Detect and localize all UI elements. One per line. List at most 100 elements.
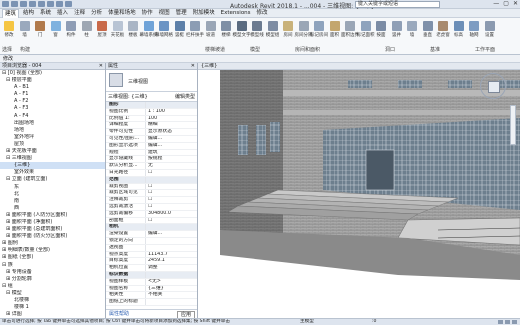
search-input[interactable]: 键入关键字或短语 bbox=[355, 1, 440, 8]
property-value[interactable]: 1 : 100 bbox=[146, 109, 197, 115]
tree-item[interactable]: ⊞ 明细表/数量 (全部) bbox=[0, 247, 105, 254]
property-value[interactable]: 100 bbox=[146, 116, 197, 122]
property-group[interactable]: 范围 bbox=[106, 176, 197, 184]
tab-8[interactable]: 视图 bbox=[157, 9, 172, 18]
tree-item[interactable]: A - F2 bbox=[0, 98, 105, 105]
property-value[interactable]: ☐ bbox=[146, 218, 197, 224]
property-value[interactable]: 调整 bbox=[146, 265, 197, 271]
ribbon-button-30[interactable]: 轴网 bbox=[467, 20, 481, 42]
property-row[interactable]: 视图比例 1 : 100 bbox=[106, 108, 197, 116]
type-selector[interactable]: 三维视图 bbox=[106, 70, 197, 92]
redo-icon[interactable] bbox=[29, 1, 36, 7]
property-row[interactable]: 剖面框 ☐ bbox=[106, 217, 197, 225]
edit-type-button[interactable]: 编辑类型 bbox=[175, 92, 195, 102]
property-value[interactable]: 304800.0 bbox=[146, 211, 197, 217]
ribbon-button-5[interactable]: 柱 bbox=[80, 20, 94, 42]
tab-4[interactable]: 注释 bbox=[72, 9, 87, 18]
ribbon-button-17[interactable]: 模型组 bbox=[266, 20, 280, 42]
property-value[interactable]: ☐ bbox=[146, 184, 197, 190]
property-value[interactable] bbox=[146, 299, 197, 305]
tab-5[interactable]: 分析 bbox=[89, 9, 104, 18]
property-row[interactable]: 透视图 bbox=[106, 244, 197, 252]
tree-item[interactable]: ⊞ 面积平面 (人防分区面积) bbox=[0, 212, 105, 219]
3d-view-icon[interactable] bbox=[65, 1, 72, 7]
property-value[interactable]: 显示原状态 bbox=[146, 129, 197, 135]
property-row[interactable]: 视图名称 {三维} bbox=[106, 285, 197, 293]
tree-item[interactable]: A - F1 bbox=[0, 91, 105, 98]
ribbon-button-20[interactable]: 标记房间 bbox=[310, 20, 328, 42]
ribbon-panel-label[interactable]: 选择 bbox=[2, 46, 12, 53]
tree-item[interactable]: ⊞ 图例 bbox=[0, 240, 105, 247]
tree-item[interactable]: 出图场地 bbox=[0, 120, 105, 127]
property-value[interactable] bbox=[146, 177, 197, 183]
property-value[interactable]: 无 bbox=[146, 163, 197, 169]
select-pinned-icon[interactable] bbox=[512, 320, 517, 324]
property-value[interactable] bbox=[146, 238, 197, 244]
open-icon[interactable] bbox=[2, 1, 9, 7]
property-value[interactable]: 11143.7 bbox=[146, 252, 197, 258]
ribbon-button-27[interactable]: 垂直 bbox=[421, 20, 435, 42]
property-row[interactable]: 视点高度 11143.7 bbox=[106, 251, 197, 259]
property-value[interactable]: 精细 bbox=[146, 122, 197, 128]
tree-item[interactable]: ⊟ [0] 视图 (全部) bbox=[0, 70, 105, 77]
ribbon-panel-label[interactable]: 房间和面积 bbox=[295, 46, 320, 53]
property-group[interactable]: 标识数据 bbox=[106, 271, 197, 279]
tree-item[interactable]: 楼梯 1 bbox=[0, 304, 105, 311]
building-3d-view[interactable] bbox=[198, 70, 520, 318]
property-row[interactable]: 视图样板 <无> bbox=[106, 278, 197, 286]
ribbon-button-29[interactable]: 标高 bbox=[452, 20, 466, 42]
tab-2[interactable]: 系统 bbox=[38, 9, 53, 18]
tree-item[interactable]: ⊞ 面积平面 (总建筑面积) bbox=[0, 226, 105, 233]
instance-dropdown[interactable]: 三维视图: {三维} 编辑类型 bbox=[106, 92, 197, 102]
ribbon-panel-label[interactable]: 楼梯坡道 bbox=[205, 46, 225, 53]
property-row[interactable]: 日光路径 ☐ bbox=[106, 169, 197, 177]
close-button[interactable]: ✕ bbox=[513, 0, 518, 7]
minimize-button[interactable]: — bbox=[493, 0, 499, 7]
ribbon-button-23[interactable]: 标记面积 bbox=[357, 20, 375, 42]
ribbon-button-31[interactable]: 设置 bbox=[483, 20, 497, 42]
property-row[interactable]: 图纸上的标题 bbox=[106, 299, 197, 306]
tree-item[interactable]: ⊞ 分割轮廓 bbox=[0, 276, 105, 283]
ribbon-panel-label[interactable]: 基准 bbox=[430, 46, 440, 53]
tab-6[interactable]: 体量和场地 bbox=[106, 9, 138, 18]
property-row[interactable]: 相机位置 调整 bbox=[106, 265, 197, 272]
text-icon[interactable] bbox=[56, 1, 63, 7]
tree-item[interactable]: 场地 bbox=[0, 127, 105, 134]
ribbon-button-25[interactable]: 竖井 bbox=[390, 20, 404, 42]
property-row[interactable]: 相关性 不相关 bbox=[106, 292, 197, 300]
property-value[interactable]: <无> bbox=[146, 279, 197, 285]
ribbon-button-1[interactable]: 墙 bbox=[18, 20, 32, 42]
tree-item[interactable]: 屋顶 bbox=[0, 141, 105, 148]
ribbon-button-24[interactable]: 按面 bbox=[374, 20, 388, 42]
ribbon-button-18[interactable]: 房间 bbox=[281, 20, 295, 42]
property-group[interactable]: 图形 bbox=[106, 102, 197, 109]
save-icon[interactable] bbox=[11, 1, 18, 7]
property-row[interactable]: 比例值 1: 100 bbox=[106, 115, 197, 123]
tree-item[interactable]: ⊟ 组 bbox=[0, 283, 105, 290]
ribbon-button-6[interactable]: 屋顶 bbox=[95, 20, 109, 42]
ribbon-button-16[interactable]: 模型线 bbox=[250, 20, 264, 42]
ribbon-button-12[interactable]: 栏杆扶手 bbox=[186, 20, 204, 42]
tree-item[interactable]: 西 bbox=[0, 205, 105, 212]
ribbon-button-0[interactable]: 修改 bbox=[2, 20, 16, 42]
ribbon-button-19[interactable]: 房间分隔 bbox=[295, 20, 313, 42]
view-tab[interactable]: {三维} bbox=[198, 63, 520, 70]
tab-11[interactable]: Extensions bbox=[219, 9, 253, 18]
property-value[interactable]: 建筑 bbox=[146, 150, 197, 156]
property-row[interactable]: 锁定的方向 bbox=[106, 237, 197, 245]
print-icon[interactable] bbox=[38, 1, 45, 7]
property-row[interactable]: 裁剪视图 ☐ bbox=[106, 183, 197, 191]
ribbon-button-9[interactable]: 幕墙系统 bbox=[140, 20, 158, 42]
tree-item[interactable]: 北楼梯 bbox=[0, 297, 105, 304]
property-row[interactable]: 裁剪区域可见 ☐ bbox=[106, 190, 197, 198]
undo-icon[interactable] bbox=[20, 1, 27, 7]
ribbon-button-26[interactable]: 墙 bbox=[405, 20, 419, 42]
property-value[interactable]: 2459.1 bbox=[146, 258, 197, 264]
tab-1[interactable]: 结构 bbox=[21, 9, 36, 18]
tree-item[interactable]: 南 bbox=[0, 198, 105, 205]
tree-item[interactable]: ⊟ 三维视图 bbox=[0, 155, 105, 162]
property-row[interactable]: 详细程度 精细 bbox=[106, 122, 197, 130]
property-value[interactable]: 按规程 bbox=[146, 156, 197, 162]
property-value[interactable]: 编辑... bbox=[146, 136, 197, 142]
property-value[interactable]: ☐ bbox=[146, 190, 197, 196]
